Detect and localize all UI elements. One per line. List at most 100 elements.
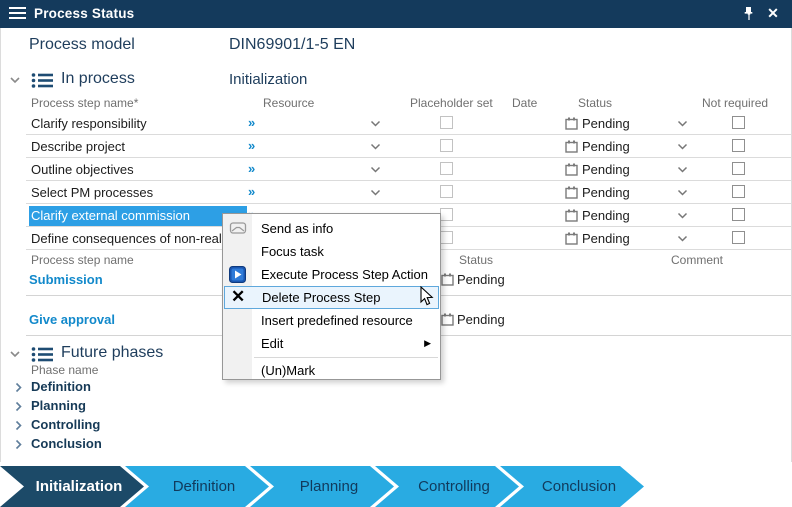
calendar-icon[interactable] xyxy=(565,117,578,130)
menu-item-label: Delete Process Step xyxy=(262,290,381,305)
phase-name: Conclusion xyxy=(31,436,102,451)
resource-link[interactable]: » xyxy=(248,115,255,130)
col-date: Date xyxy=(512,96,537,110)
calendar-icon[interactable] xyxy=(565,232,578,245)
delete-x-icon: ✕ xyxy=(231,288,249,306)
submenu-arrow-icon: ▶ xyxy=(424,338,431,349)
menu-item-label: (Un)Mark xyxy=(261,363,315,378)
status-dropdown-icon[interactable] xyxy=(677,120,688,127)
process-model-label: Process model xyxy=(29,36,135,54)
table-row[interactable]: Clarify responsibility » Pending xyxy=(26,112,791,135)
status-dropdown-icon[interactable] xyxy=(677,166,688,173)
menu-item-send-as-info[interactable]: Send as info xyxy=(224,217,439,240)
phase-row[interactable]: Controlling xyxy=(1,416,501,435)
execute-action-icon xyxy=(229,266,247,284)
not-required-checkbox[interactable] xyxy=(732,231,745,244)
resource-link[interactable]: » xyxy=(248,138,255,153)
process-status-panel: Process Status ✕ Process model DIN69901/… xyxy=(0,0,792,507)
placeholder-checkbox[interactable] xyxy=(440,162,453,175)
calendar-icon[interactable] xyxy=(565,209,578,222)
not-required-checkbox[interactable] xyxy=(732,116,745,129)
calendar-icon[interactable] xyxy=(441,313,454,326)
phase-chevron-definition[interactable]: Definition xyxy=(125,466,269,507)
calendar-icon[interactable] xyxy=(441,273,454,286)
status-dropdown-icon[interactable] xyxy=(677,189,688,196)
collapse-chevron-icon[interactable] xyxy=(9,76,21,84)
col-resource: Resource xyxy=(263,96,314,110)
not-required-checkbox[interactable] xyxy=(732,185,745,198)
resource-dropdown-icon[interactable] xyxy=(370,143,381,150)
expand-chevron-icon[interactable] xyxy=(15,382,22,393)
calendar-icon[interactable] xyxy=(565,163,578,176)
col-status: Status xyxy=(578,96,612,110)
menu-item-edit[interactable]: Edit ▶ xyxy=(224,332,439,355)
resource-dropdown-icon[interactable] xyxy=(370,166,381,173)
phase-row[interactable]: Definition xyxy=(1,378,501,397)
menu-hamburger-icon[interactable] xyxy=(9,7,26,20)
status-dropdown-icon[interactable] xyxy=(677,235,688,242)
phase-chevron-label: Definition xyxy=(159,478,236,495)
menu-item-focus-task[interactable]: Focus task xyxy=(224,240,439,263)
pin-icon[interactable] xyxy=(741,6,757,22)
phase-name: Controlling xyxy=(31,417,100,432)
table-row[interactable]: Select PM processes » Pending xyxy=(26,181,791,204)
phase-chevron-controlling[interactable]: Controlling xyxy=(375,466,519,507)
section-future-phases[interactable]: Future phases xyxy=(61,344,163,362)
phase-chevron-initialization[interactable]: Initialization xyxy=(0,466,144,507)
expand-chevron-icon[interactable] xyxy=(15,420,22,431)
not-required-checkbox[interactable] xyxy=(732,139,745,152)
status-dropdown-icon[interactable] xyxy=(677,212,688,219)
phase-chevron-label: Initialization xyxy=(22,478,123,495)
phase-row[interactable]: Conclusion xyxy=(1,435,501,454)
resource-dropdown-icon[interactable] xyxy=(370,189,381,196)
status-value: Pending xyxy=(582,208,630,223)
mail-icon xyxy=(229,220,247,238)
menu-item-unmark[interactable]: (Un)Mark xyxy=(224,355,439,378)
section-in-process[interactable]: In process xyxy=(61,70,135,88)
in-process-phase-value: Initialization xyxy=(229,71,307,88)
status-dropdown-icon[interactable] xyxy=(677,143,688,150)
phase-chevron-label: Planning xyxy=(286,478,358,495)
menu-item-delete-process-step[interactable]: ✕ Delete Process Step xyxy=(224,286,439,309)
menu-item-execute-process-step-action[interactable]: Execute Process Step Action xyxy=(224,263,439,286)
phase-chevron-planning[interactable]: Planning xyxy=(250,466,394,507)
status-value: Pending xyxy=(582,116,630,131)
table-row[interactable]: Describe project » Pending xyxy=(26,135,791,158)
not-required-checkbox[interactable] xyxy=(732,162,745,175)
step-name: Clarify responsibility xyxy=(31,116,147,131)
expand-chevron-icon[interactable] xyxy=(15,401,22,412)
placeholder-checkbox[interactable] xyxy=(440,185,453,198)
status-value: Pending xyxy=(582,185,630,200)
menu-item-insert-predefined-resource[interactable]: Insert predefined resource xyxy=(224,309,439,332)
menu-item-label: Insert predefined resource xyxy=(261,313,413,328)
step-link-give-approval[interactable]: Give approval xyxy=(29,312,115,327)
phase-chevron-conclusion[interactable]: Conclusion xyxy=(500,466,644,507)
placeholder-checkbox[interactable] xyxy=(440,231,453,244)
resource-dropdown-icon[interactable] xyxy=(370,120,381,127)
menu-item-label: Edit xyxy=(261,336,283,351)
calendar-icon[interactable] xyxy=(565,186,578,199)
window-title: Process Status xyxy=(34,6,134,21)
menu-item-label: Send as info xyxy=(261,221,333,236)
resource-link[interactable]: » xyxy=(248,161,255,176)
calendar-icon[interactable] xyxy=(565,140,578,153)
status-value: Pending xyxy=(582,139,630,154)
table-row[interactable]: Outline objectives » Pending xyxy=(26,158,791,181)
col-phase-name: Phase name xyxy=(31,363,98,377)
phase-row[interactable]: Planning xyxy=(1,397,501,416)
collapse-chevron-icon[interactable] xyxy=(9,350,21,358)
title-bar: Process Status ✕ xyxy=(0,0,792,28)
placeholder-checkbox[interactable] xyxy=(440,116,453,129)
col-placeholder-set: Placeholder set xyxy=(410,96,493,110)
not-required-checkbox[interactable] xyxy=(732,208,745,221)
close-icon[interactable]: ✕ xyxy=(764,4,782,22)
step-name: Clarify external commission xyxy=(29,206,247,226)
expand-chevron-icon[interactable] xyxy=(15,439,22,450)
step-link-submission[interactable]: Submission xyxy=(29,272,103,287)
resource-link[interactable]: » xyxy=(248,184,255,199)
placeholder-checkbox[interactable] xyxy=(440,139,453,152)
list-icon xyxy=(31,72,55,89)
col2-status: Status xyxy=(459,253,493,267)
placeholder-checkbox[interactable] xyxy=(440,208,453,221)
status-value: Pending xyxy=(457,272,505,287)
